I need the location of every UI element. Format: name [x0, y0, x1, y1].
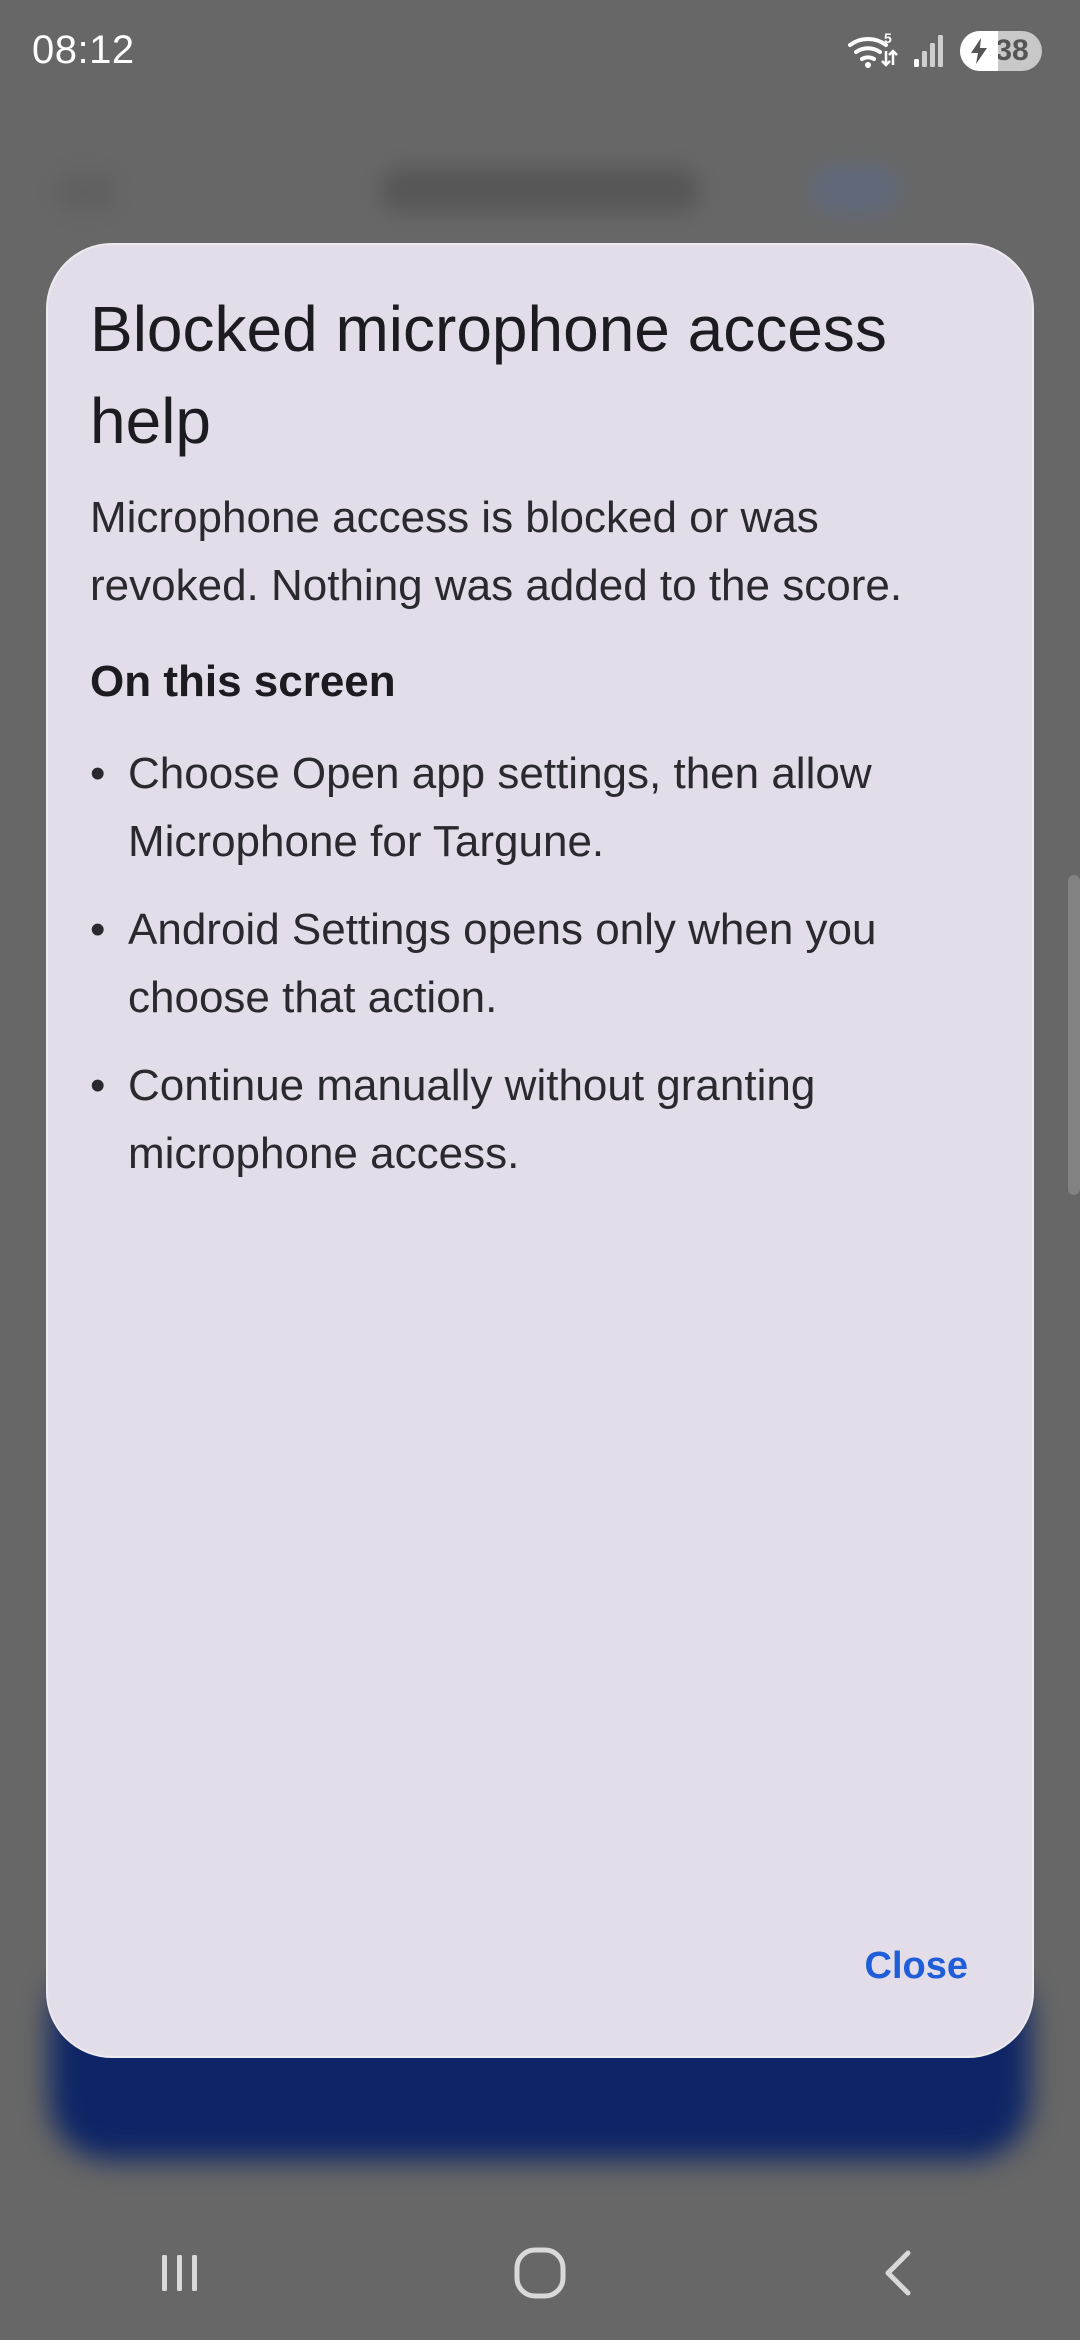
bullet-icon: •	[90, 905, 106, 954]
section-heading: On this screen	[90, 657, 396, 706]
list-item-text: Choose Open app settings, then allow Mic…	[128, 749, 872, 866]
close-button[interactable]: Close	[865, 1941, 968, 1991]
back-icon	[876, 2247, 924, 2299]
dialog-body: Microphone access is blocked or was revo…	[90, 493, 903, 610]
background-scrollbar	[1068, 875, 1080, 1195]
wifi-badge: 5	[884, 31, 892, 46]
bullet-list: • Choose Open app settings, then allow M…	[90, 740, 990, 1208]
background-header-action	[810, 165, 900, 215]
background-header-title	[380, 168, 700, 212]
list-item: • Android Settings opens only when you c…	[90, 896, 990, 1032]
navigation-bar	[0, 2205, 1080, 2340]
list-item-text: Android Settings opens only when you cho…	[128, 905, 877, 1022]
home-icon	[512, 2245, 568, 2301]
dialog-title: Blocked microphone access help	[90, 293, 887, 457]
battery-level: 38	[995, 34, 1029, 67]
list-item: • Continue manually without granting mic…	[90, 1052, 990, 1188]
signal-icon	[912, 33, 946, 69]
back-button[interactable]	[800, 2223, 1000, 2323]
wifi-icon: 5	[846, 31, 898, 71]
bullet-icon: •	[90, 749, 106, 798]
status-icons: 5 38	[846, 30, 1042, 72]
help-dialog: Blocked microphone access help Microphon…	[46, 243, 1034, 2058]
recents-icon	[156, 2249, 204, 2297]
status-time: 08:12	[32, 28, 135, 72]
bullet-icon: •	[90, 1061, 106, 1110]
charging-bolt-icon	[960, 31, 998, 71]
list-item: • Choose Open app settings, then allow M…	[90, 740, 990, 876]
recents-button[interactable]	[80, 2223, 280, 2323]
background-header-left	[56, 172, 116, 212]
list-item-text: Continue manually without granting micro…	[128, 1061, 816, 1178]
battery-icon: 38	[960, 31, 1042, 71]
home-button[interactable]	[440, 2223, 640, 2323]
status-bar: 08:12 5 38	[0, 0, 1080, 100]
